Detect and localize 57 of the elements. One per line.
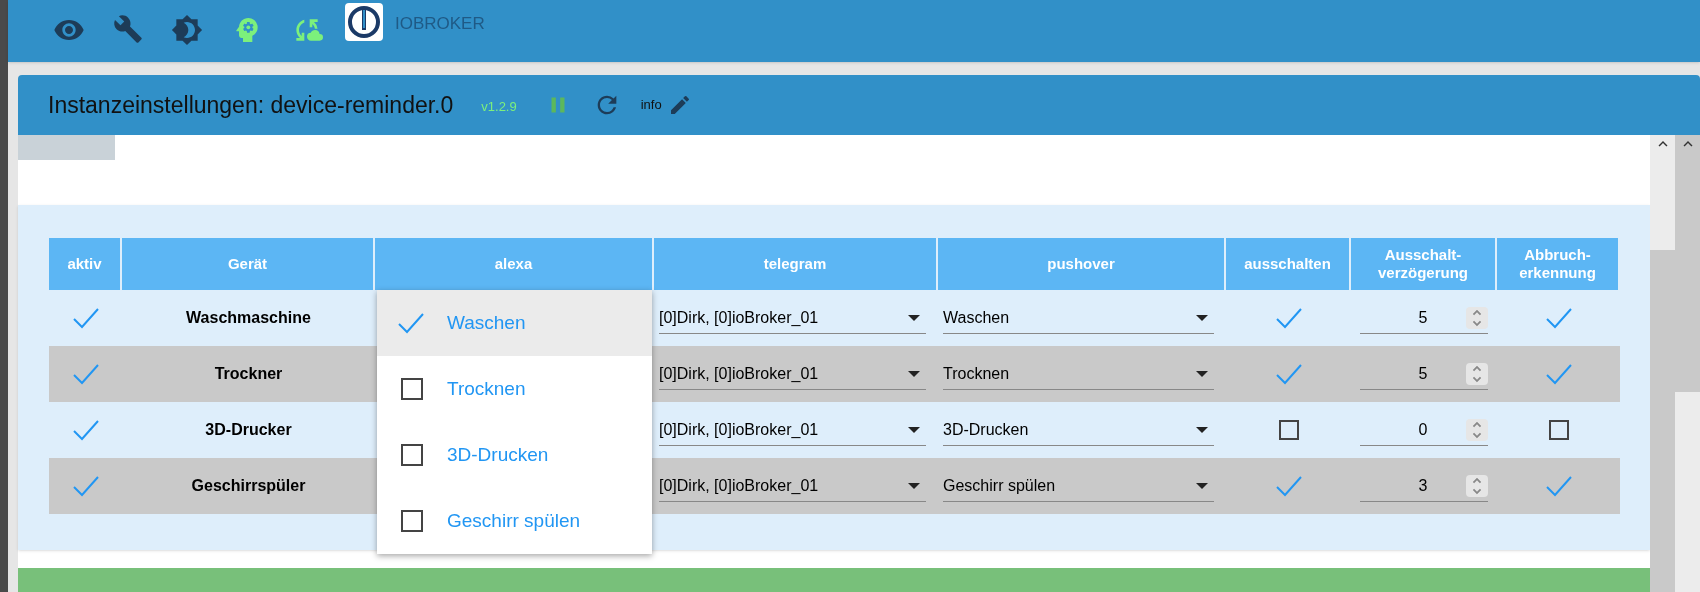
logo-icon	[345, 3, 383, 41]
dropdown-arrow-icon	[908, 314, 920, 321]
device-name: Trockner	[214, 364, 283, 384]
spinner-icon[interactable]	[1466, 474, 1488, 497]
device-name: Waschmaschine	[186, 308, 311, 328]
column-header: pushover	[938, 238, 1224, 290]
dropdown-arrow-icon	[1196, 370, 1208, 377]
column-header: ausschalten	[1226, 238, 1349, 290]
pushover-select[interactable]: Trocknen	[943, 358, 1214, 390]
abort-checkmark-icon[interactable]	[1544, 475, 1573, 497]
pushover-select[interactable]: Geschirr spülen	[943, 470, 1214, 502]
dropdown-arrow-icon	[1196, 314, 1208, 321]
switch-off-checkmark-icon[interactable]	[1274, 363, 1303, 385]
pushover-select[interactable]: 3D-Drucken	[943, 414, 1214, 446]
active-checkmark-icon[interactable]	[71, 363, 100, 385]
dropdown-arrow-icon	[908, 482, 920, 489]
telegram-select[interactable]: [0]Dirk, [0]ioBroker_01	[659, 358, 926, 390]
spinner-icon[interactable]	[1466, 362, 1488, 385]
dropdown-arrow-icon	[908, 370, 920, 377]
active-checkmark-icon[interactable]	[71, 419, 100, 441]
wrench-icon[interactable]	[113, 14, 143, 44]
pushover-select[interactable]: Waschen	[943, 302, 1214, 334]
telegram-select[interactable]: [0]Dirk, [0]ioBroker_01	[659, 414, 926, 446]
column-header: aktiv	[49, 238, 120, 290]
info-link[interactable]: info	[640, 95, 662, 115]
dropdown-arrow-icon	[1196, 426, 1208, 433]
column-header: alexa	[375, 238, 652, 290]
abort-checkmark-icon[interactable]	[1544, 307, 1573, 329]
app-title: IOBROKER	[395, 13, 485, 35]
delay-input[interactable]: 0	[1360, 414, 1488, 446]
active-checkmark-icon[interactable]	[71, 475, 100, 497]
column-header: Gerät	[122, 238, 373, 290]
brightness-icon[interactable]	[171, 14, 203, 46]
column-header: Abbruch- erkennung	[1497, 238, 1618, 290]
switch-off-checkbox[interactable]	[1278, 420, 1299, 440]
device-name: 3D-Drucker	[205, 420, 292, 440]
column-header: telegram	[654, 238, 936, 290]
delay-input[interactable]: 5	[1360, 358, 1488, 390]
spinner-icon[interactable]	[1466, 306, 1488, 329]
column-header: Ausschalt- verzögerung	[1351, 238, 1495, 290]
abort-checkbox[interactable]	[1548, 420, 1569, 440]
dropdown-arrow-icon	[908, 426, 920, 433]
telegram-select[interactable]: [0]Dirk, [0]ioBroker_01	[659, 470, 926, 502]
active-checkmark-icon[interactable]	[71, 307, 100, 329]
spinner-icon[interactable]	[1466, 418, 1488, 441]
scrollbar-thumb[interactable]	[1675, 392, 1700, 592]
delay-input[interactable]: 3	[1360, 470, 1488, 502]
switch-off-checkmark-icon[interactable]	[1274, 307, 1303, 329]
switch-off-checkmark-icon[interactable]	[1274, 475, 1303, 497]
telegram-select[interactable]: [0]Dirk, [0]ioBroker_01	[659, 302, 926, 334]
version-label: v1.2.9	[481, 98, 517, 117]
abort-checkmark-icon[interactable]	[1544, 363, 1573, 385]
delay-input[interactable]: 5	[1360, 302, 1488, 334]
checkmark-icon	[397, 312, 425, 334]
device-name: Geschirrspüler	[191, 476, 306, 496]
dropdown-arrow-icon	[1196, 482, 1208, 489]
instance-title: Instanzeinstellungen: device-reminder.0	[48, 90, 454, 120]
